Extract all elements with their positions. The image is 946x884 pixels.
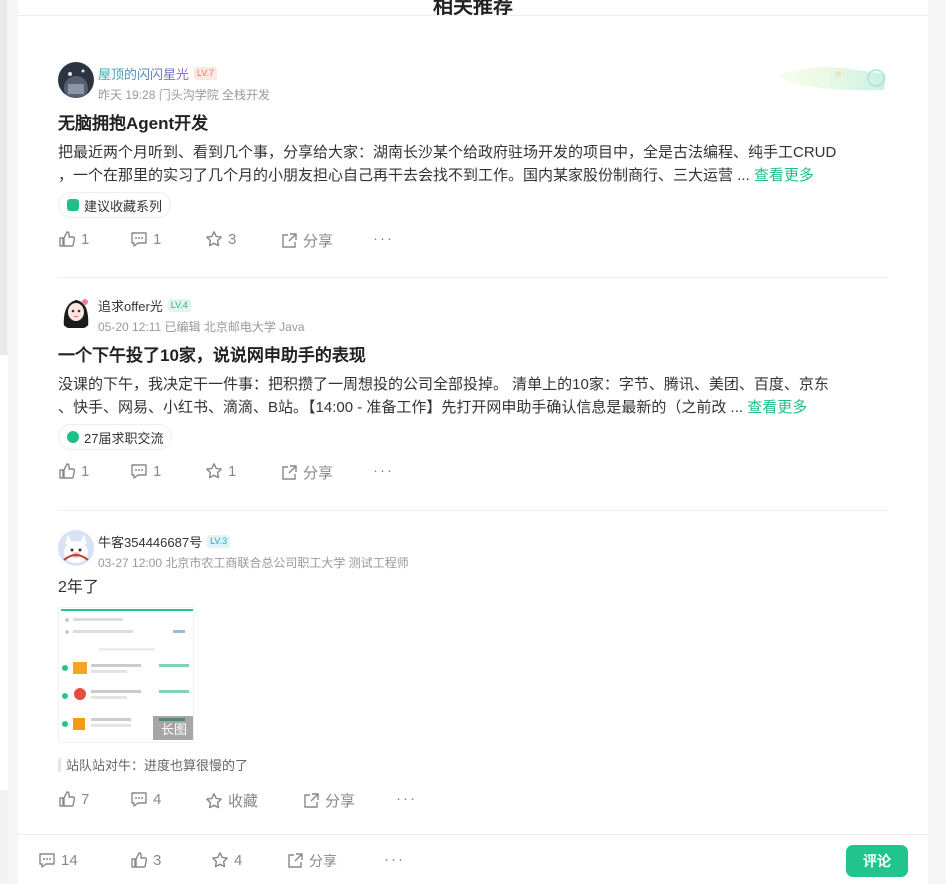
avatar[interactable] — [58, 62, 94, 98]
bottom-action-bar: 14 3 4 分享 ··· 评论 — [18, 834, 928, 884]
post-body[interactable]: 没课的下午，我决定干一件事：把积攒了一周想投的公司全部投掉。 清单上的10家：字… — [58, 373, 888, 419]
more-options-icon[interactable]: ··· — [396, 790, 417, 807]
more-options-icon[interactable]: ··· — [373, 230, 394, 247]
section-title: 相关推荐 — [433, 0, 513, 16]
post-title[interactable]: 无脑拥抱Agent开发 — [58, 112, 888, 136]
share-button[interactable]: 分享 — [280, 462, 333, 483]
comment-button[interactable]: 1 — [130, 230, 161, 248]
star-icon — [206, 463, 222, 479]
footer-share-button[interactable]: 分享 — [286, 851, 337, 871]
post-meta: 昨天 19:28 门头沟学院 全栈开发 — [98, 88, 271, 102]
left-scrollbar[interactable] — [0, 0, 7, 355]
post-actions: 7 4 收藏 分享 ··· — [58, 790, 888, 814]
comment-icon — [131, 792, 147, 807]
thumbs-up-icon — [59, 231, 76, 247]
comment-button[interactable]: 4 — [130, 790, 161, 808]
star-icon — [206, 231, 222, 247]
star-icon — [212, 852, 228, 868]
post-card[interactable]: 追求offer光 LV.4 05-20 12:11 已编辑 北京邮电大学 Jav… — [58, 294, 888, 486]
level-badge: LV.4 — [167, 299, 191, 312]
comment-icon — [131, 464, 147, 479]
divider — [58, 277, 888, 278]
recommend-card: 相关推荐 屋顶的闪闪星光 LV.7 昨天 19:28 门头沟学院 全栈开发 无脑… — [18, 0, 928, 884]
comment-icon — [39, 853, 55, 868]
comment-icon — [131, 232, 147, 247]
post-meta: 03-27 12:00 北京市农工商联合总公司职工大学 测试工程师 — [98, 556, 409, 570]
top-comment[interactable]: 站队站对牛：进度也算很慢的了 — [58, 755, 888, 774]
avatar[interactable] — [58, 294, 94, 330]
favorite-button[interactable]: 1 — [205, 462, 236, 480]
share-icon — [288, 853, 303, 868]
topic-tag[interactable]: 建议收藏系列 — [58, 192, 172, 218]
favorite-button[interactable]: 3 — [205, 230, 236, 248]
author-name[interactable]: 追求offer光 LV.4 — [98, 296, 191, 315]
long-image-badge: 长图 — [153, 716, 193, 740]
comment-submit-button[interactable]: 评论 — [846, 845, 908, 877]
post-actions: 1 1 1 分享 ··· — [58, 462, 888, 486]
topic-icon — [67, 431, 79, 443]
post-title[interactable]: 一个下午投了10家，说说网申助手的表现 — [58, 344, 888, 368]
more-options-icon[interactable]: ··· — [373, 462, 394, 479]
thumbs-up-icon — [131, 852, 148, 868]
post-body[interactable]: 把最近两个月听到、看到几个事，分享给大家：湖南长沙某个给政府驻场开发的项目中，全… — [58, 141, 888, 187]
see-more-link[interactable]: 查看更多 — [754, 167, 814, 184]
share-button[interactable]: 分享 — [302, 790, 355, 811]
share-icon — [304, 792, 319, 808]
post-meta: 05-20 12:11 已编辑 北京邮电大学 Java — [98, 320, 305, 334]
see-more-link[interactable]: 查看更多 — [747, 399, 807, 416]
topic-icon — [67, 199, 79, 211]
left-panel — [0, 355, 8, 790]
star-icon — [206, 792, 222, 808]
post-card[interactable]: 牛客354446687号 LV.3 03-27 12:00 北京市农工商联合总公… — [58, 530, 888, 814]
share-icon — [282, 464, 297, 480]
thumbs-up-icon — [59, 463, 76, 479]
divider — [58, 510, 888, 511]
share-button[interactable]: 分享 — [280, 230, 333, 251]
level-badge: LV.7 — [194, 67, 218, 80]
like-button[interactable]: 1 — [58, 462, 89, 480]
thumbs-up-icon — [59, 791, 76, 807]
post-actions: 1 1 3 分享 ··· — [58, 230, 888, 254]
section-header: 相关推荐 — [18, 0, 928, 16]
post-image[interactable]: 长图 — [58, 607, 194, 743]
favorite-button[interactable]: 收藏 — [205, 790, 258, 811]
footer-favorite-button[interactable]: 4 — [211, 851, 242, 869]
avatar[interactable] — [58, 530, 94, 566]
like-button[interactable]: 1 — [58, 230, 89, 248]
level-badge: LV.3 — [207, 535, 231, 548]
footer-more-options-icon[interactable]: ··· — [384, 851, 405, 868]
comment-button[interactable]: 1 — [130, 462, 161, 480]
footer-comment-button[interactable]: 14 — [38, 851, 78, 869]
left-panel-edge — [0, 0, 8, 884]
post-card[interactable]: 屋顶的闪闪星光 LV.7 昨天 19:28 门头沟学院 全栈开发 无脑拥抱Age… — [58, 62, 888, 254]
post-body[interactable]: 2年了 — [58, 576, 888, 599]
author-name[interactable]: 屋顶的闪闪星光 LV.7 — [98, 64, 218, 83]
share-icon — [282, 232, 297, 248]
footer-like-button[interactable]: 3 — [130, 851, 161, 869]
topic-tag[interactable]: 27届求职交流 — [58, 424, 173, 450]
author-name[interactable]: 牛客354446687号 LV.3 — [98, 532, 231, 551]
quote-bar — [58, 757, 61, 772]
like-button[interactable]: 7 — [58, 790, 89, 808]
